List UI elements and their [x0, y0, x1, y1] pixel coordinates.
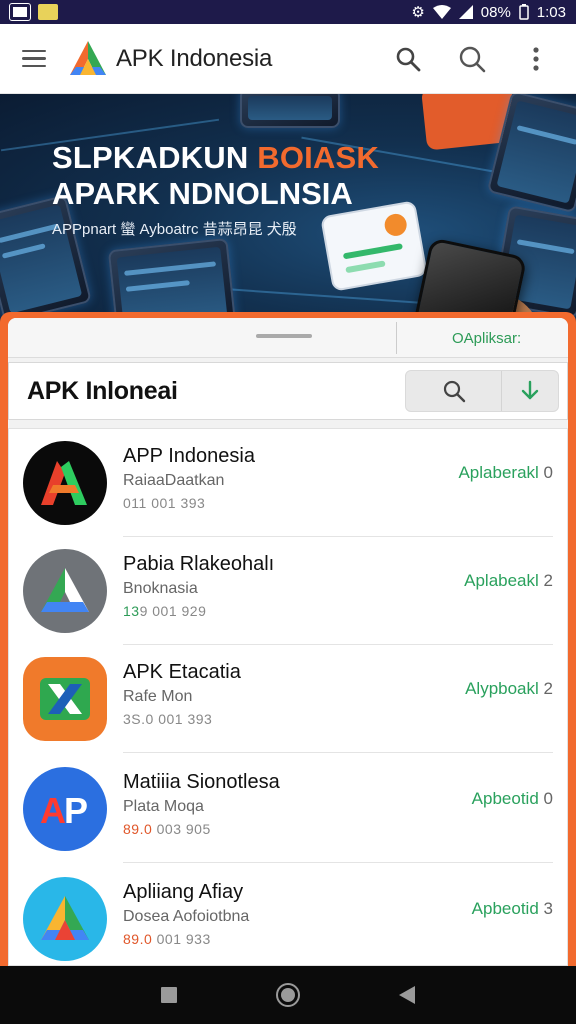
- list-item[interactable]: Pabia Rlakeohalı Bnoknasia 139 001 929 A…: [9, 537, 567, 645]
- app-list: APP Indonesia RaiaaDaatkan 011 001 393 A…: [8, 428, 568, 966]
- back-button[interactable]: [387, 975, 427, 1015]
- recents-button[interactable]: [149, 975, 189, 1015]
- svg-text:A: A: [40, 790, 66, 831]
- app-action-link[interactable]: Aplabeakl 2: [464, 571, 553, 591]
- app-name: Pabia Rlakeohalı: [123, 553, 275, 575]
- system-nav-bar: [0, 966, 576, 1024]
- clock: 1:03: [536, 3, 566, 21]
- tab-applications[interactable]: OApliksar:: [452, 330, 521, 347]
- sheet-tab-strip: OApliksar:: [8, 318, 568, 358]
- list-search-button[interactable]: [406, 371, 502, 411]
- app-name: Matiiia Sionotlesa: [123, 771, 280, 793]
- banner-headline-line2: APARK NDNOLNSIA: [52, 176, 353, 211]
- app-meta: 3S.0 001 393: [123, 711, 213, 727]
- app-meta: 139 001 929: [123, 603, 207, 619]
- download-icon: [521, 380, 539, 400]
- menu-icon: [22, 49, 46, 53]
- light-blue-triangle-logo: [23, 877, 107, 961]
- app-meta: 011 001 393: [123, 495, 206, 511]
- app-action-link[interactable]: Apbeotid 0: [472, 789, 553, 809]
- banner-subtitle: APPpnart 蠻 Ayboatrc 昔蒜昂昆 犬殷: [52, 221, 297, 238]
- app-subtitle: Bnoknasia: [123, 580, 198, 597]
- search-icon: [443, 380, 465, 403]
- search-icon: [396, 47, 421, 71]
- app-name: APP Indonesia: [123, 445, 255, 467]
- search-button-secondary[interactable]: [450, 37, 494, 81]
- section-title: APK Inloneai: [27, 376, 178, 405]
- home-button[interactable]: [268, 975, 308, 1015]
- search-card: APK Inloneai: [8, 362, 568, 420]
- banner-headline: SLPKADKUN BOIASK: [52, 140, 380, 175]
- search-icon: [459, 46, 486, 72]
- app-action-link[interactable]: Apbeotid 3: [472, 899, 553, 919]
- app-subtitle: Rafe Mon: [123, 688, 193, 705]
- notification-icon: [38, 4, 58, 20]
- svg-text:P: P: [64, 790, 88, 831]
- app-subtitle: Plata Moqa: [123, 798, 204, 815]
- signal-icon: [458, 5, 473, 19]
- more-options-button[interactable]: [514, 37, 558, 81]
- app-meta: 89.0 001 933: [123, 931, 211, 947]
- banner-phone-graphic: [240, 94, 340, 128]
- list-item[interactable]: APK Etacatia Rafe Mon 3S.0 001 393 Alypb…: [9, 645, 567, 753]
- gray-triangle-logo: [23, 549, 107, 633]
- app-name: APK Etacatia: [123, 661, 241, 683]
- image-icon: [9, 3, 31, 21]
- status-bar: ⚙ 08% 1:03: [0, 0, 576, 24]
- back-icon: [398, 986, 415, 1004]
- banner-app-card-graphic: [320, 200, 428, 292]
- app-meta: 89.0 003 905: [123, 821, 211, 837]
- apk-logo: [70, 40, 106, 75]
- list-item[interactable]: APP Indonesia RaiaaDaatkan 011 001 393 A…: [9, 429, 567, 537]
- apk-red-green-logo: [23, 441, 107, 525]
- list-item[interactable]: AP Matiiia Sionotlesa Plata Moqa 89.0 00…: [9, 755, 567, 863]
- app-subtitle: RaiaaDaatkan: [123, 472, 225, 489]
- app-subtitle: Dosea Aofoiotbna: [123, 908, 250, 925]
- promo-banner[interactable]: SLPKADKUN BOIASK APARK NDNOLNSIA APPpnar…: [0, 94, 576, 326]
- download-button[interactable]: [502, 371, 558, 411]
- search-button[interactable]: [386, 37, 430, 81]
- menu-button[interactable]: [0, 24, 68, 94]
- blue-ap-logo: AP: [23, 767, 107, 851]
- drag-handle[interactable]: [256, 334, 312, 338]
- battery-text: 08%: [480, 3, 511, 21]
- battery-icon: [519, 4, 529, 20]
- more-vert-icon: [533, 46, 539, 71]
- app-bar: APK Indonesia: [0, 24, 576, 94]
- app-name: Apliiang Afiay: [123, 881, 244, 903]
- app-action-link[interactable]: Aplaberakl 0: [458, 463, 553, 483]
- home-icon: [275, 983, 300, 1007]
- orange-x-logo: [23, 657, 107, 741]
- banner-phone-graphic: [0, 194, 92, 324]
- wifi-icon: [432, 5, 451, 19]
- recents-icon: [161, 987, 178, 1003]
- app-action-link[interactable]: Alypboakl 2: [465, 679, 553, 699]
- app-list-sheet: OApliksar: APK Inloneai APP Indonesia Ra…: [0, 312, 576, 966]
- app-title: APK Indonesia: [116, 44, 273, 72]
- gear-icon: ⚙: [411, 4, 425, 21]
- list-item[interactable]: Apliiang Afiay Dosea Aofoiotbna 89.0 001…: [9, 865, 567, 973]
